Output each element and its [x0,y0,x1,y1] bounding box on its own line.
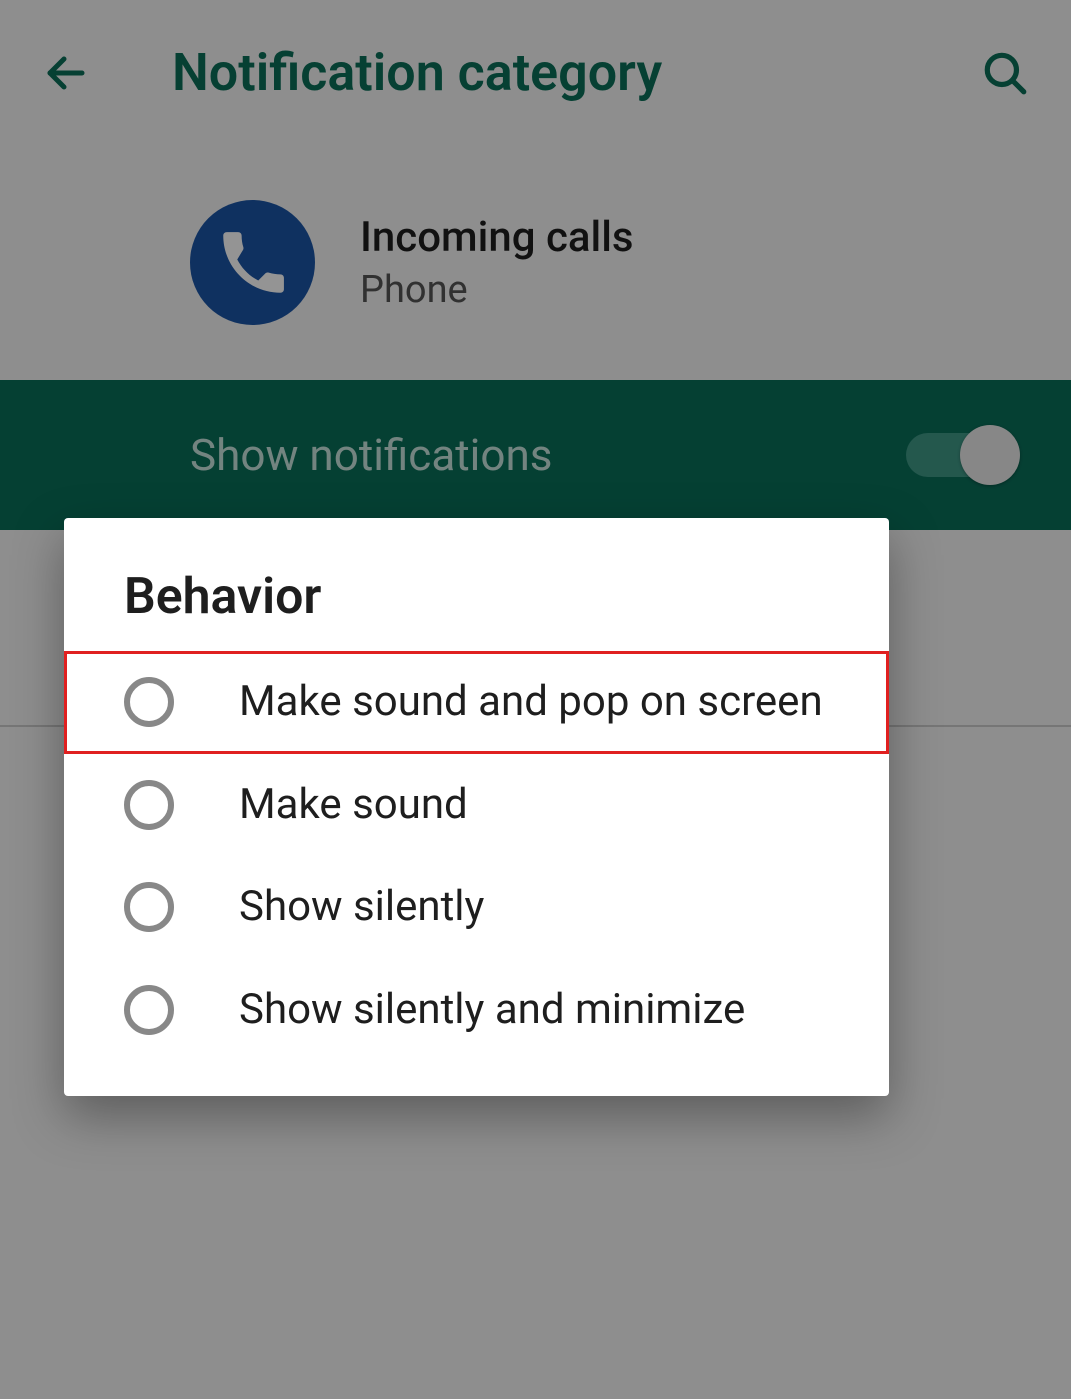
option-make-sound-and-pop[interactable]: Make sound and pop on screen [64,651,889,754]
option-label: Show silently [174,881,484,934]
option-label: Make sound and pop on screen [174,676,823,729]
option-label: Show silently and minimize [174,984,745,1037]
option-make-sound[interactable]: Make sound [64,754,889,857]
option-show-silently[interactable]: Show silently [64,856,889,959]
dialog-title: Behavior [64,568,889,651]
radio-icon [124,780,174,830]
radio-icon [124,677,174,727]
radio-icon [124,882,174,932]
option-show-silently-minimize[interactable]: Show silently and minimize [64,959,889,1062]
behavior-dialog: Behavior Make sound and pop on screen Ma… [64,518,889,1096]
radio-icon [124,985,174,1035]
screen: Notification category Incoming calls Pho… [0,0,1071,1399]
option-label: Make sound [174,779,468,832]
